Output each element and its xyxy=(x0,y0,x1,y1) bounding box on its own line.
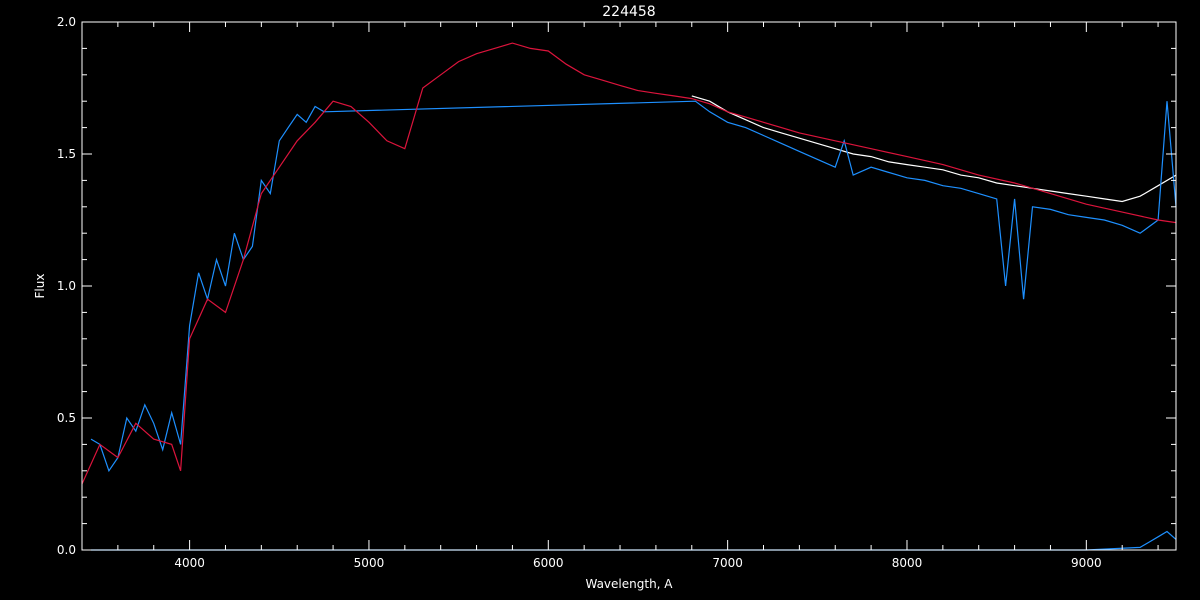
x-tick-label: 4000 xyxy=(174,556,205,570)
x-tick-label: 9000 xyxy=(1071,556,1102,570)
x-tick-label: 8000 xyxy=(892,556,923,570)
y-tick-label: 2.0 xyxy=(57,15,76,29)
y-tick-label: 0.0 xyxy=(57,543,76,557)
x-tick-label: 7000 xyxy=(712,556,743,570)
chart-background xyxy=(0,0,1200,600)
spectrum-chart: 4000 5000 6000 7000 8000 90000.00.51.01.52.0 … xyxy=(0,0,1200,600)
x-axis-label: Wavelength, A xyxy=(585,577,673,591)
x-tick-label: 6000 xyxy=(533,556,564,570)
x-tick-label: 5000 xyxy=(354,556,385,570)
chart-title: 224458 xyxy=(602,4,655,20)
y-tick-label: 0.5 xyxy=(57,411,76,425)
y-tick-label: 1.5 xyxy=(57,147,76,161)
y-axis-label: Flux xyxy=(33,274,47,299)
y-tick-label: 1.0 xyxy=(57,279,76,293)
